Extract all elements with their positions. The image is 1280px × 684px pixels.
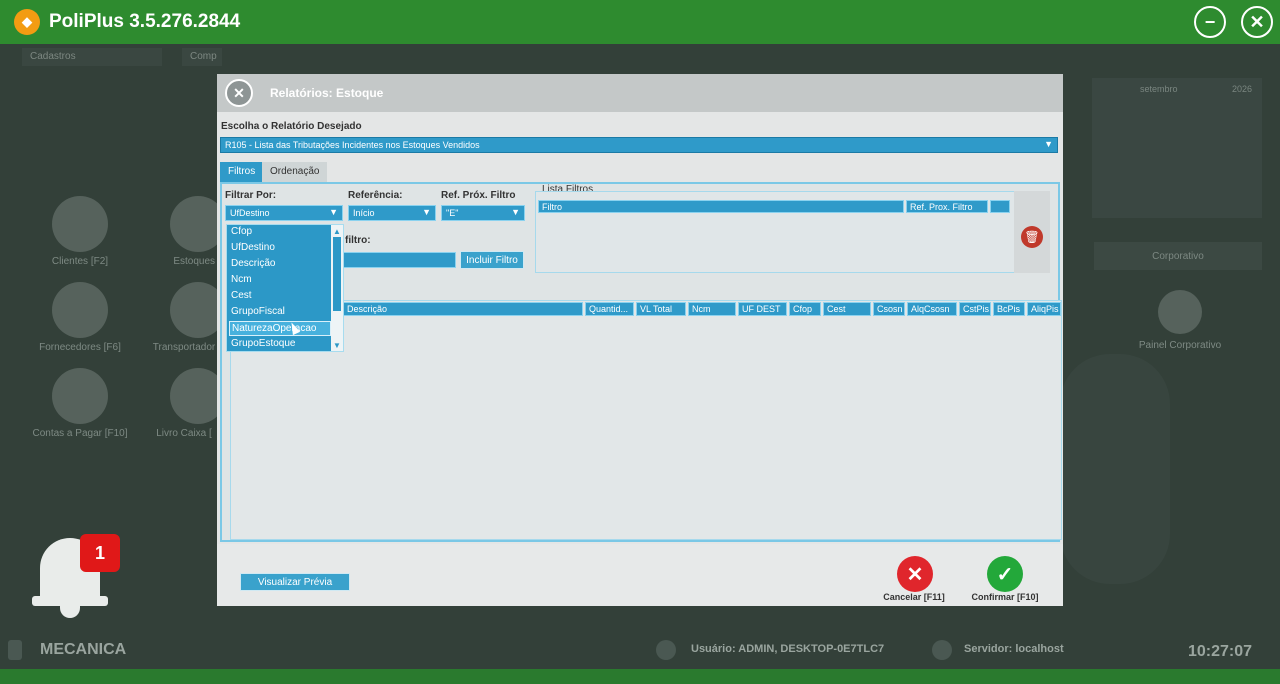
- corporate-box[interactable]: Corporativo: [1094, 242, 1262, 270]
- filter-list-header-extra[interactable]: [990, 200, 1010, 213]
- cancel-icon[interactable]: ✕: [897, 556, 933, 592]
- corporate-panel-icon[interactable]: [1158, 290, 1202, 334]
- chevron-down-icon: ▼: [329, 207, 338, 217]
- company-name: MECANICA: [40, 641, 127, 658]
- calendar-year: 2026: [1232, 84, 1253, 94]
- filter-by-dropdown[interactable]: Cfop UfDestino Descrição Ncm Cest GrupoF…: [226, 224, 344, 352]
- grid-header[interactable]: Cfop: [789, 302, 821, 316]
- confirm-label[interactable]: Confirmar [F10]: [960, 592, 1050, 602]
- scroll-up-icon[interactable]: ▲: [331, 225, 343, 237]
- grid-header[interactable]: UF DEST: [738, 302, 787, 316]
- filter-value-label: filtro:: [345, 235, 371, 246]
- app-title: PoliPlus 3.5.276.2844: [49, 11, 241, 32]
- user-icon: [656, 640, 676, 660]
- grid-header[interactable]: Cest: [823, 302, 871, 316]
- dropdown-option[interactable]: Ncm: [229, 273, 331, 288]
- dialog-close-button[interactable]: ✕: [225, 79, 253, 107]
- bottom-strip: [0, 669, 1280, 684]
- suppliers-icon[interactable]: [52, 282, 108, 338]
- corporate-panel-label: Painel Corporativo: [1138, 340, 1222, 351]
- include-filter-button[interactable]: Incluir Filtro: [460, 251, 524, 269]
- cancel-label[interactable]: Cancelar [F11]: [869, 592, 959, 602]
- title-bar: ◆ PoliPlus 3.5.276.2844 − ✕: [0, 0, 1280, 44]
- chevron-down-icon: ▼: [511, 207, 520, 217]
- reference-select[interactable]: Início ▼: [348, 205, 436, 221]
- bg-tab-comp: Comp: [182, 48, 222, 66]
- dropdown-option[interactable]: GrupoEstoque: [229, 337, 331, 352]
- choose-report-label: Escolha o Relatório Desejado: [221, 121, 362, 132]
- minimize-button[interactable]: −: [1194, 6, 1226, 38]
- mascot-image: [1060, 354, 1170, 584]
- filter-by-select[interactable]: UfDestino ▼: [225, 205, 343, 221]
- server-info: Servidor: localhost: [964, 643, 1064, 655]
- status-bar: MECANICA Usuário: ADMIN, DESKTOP-0E7TLC7…: [0, 632, 1280, 668]
- accounts-payable-label: Contas a Pagar [F10]: [32, 428, 128, 439]
- chevron-down-icon: ▼: [422, 207, 431, 217]
- clients-icon[interactable]: [52, 196, 108, 252]
- grid-header[interactable]: VL Total: [636, 302, 686, 316]
- server-icon: [932, 640, 952, 660]
- filter-by-label: Filtrar Por:: [225, 190, 277, 201]
- filter-list-header-ref[interactable]: Ref. Prox. Filtro: [906, 200, 988, 213]
- dropdown-option[interactable]: Cest: [229, 289, 331, 304]
- dialog-header: ✕ Relatórios: Estoque: [217, 74, 1063, 112]
- report-select-value: R105 - Lista das Tributações Incidentes …: [225, 140, 480, 150]
- dropdown-scrollbar[interactable]: ▲ ▼: [331, 225, 343, 351]
- filter-value-input[interactable]: [342, 252, 456, 268]
- grid-header[interactable]: AliqPis: [1027, 302, 1061, 316]
- grid-header[interactable]: Quantid...: [585, 302, 634, 316]
- dialog-title: Relatórios: Estoque: [270, 86, 384, 100]
- calendar-month: setembro: [1140, 84, 1178, 94]
- dropdown-option[interactable]: GrupoFiscal: [229, 305, 331, 320]
- preview-button[interactable]: Visualizar Prévia: [240, 573, 350, 591]
- grid-header[interactable]: CstPis: [959, 302, 991, 316]
- app-logo-icon: ◆: [14, 9, 40, 35]
- next-filter-value: "E": [446, 208, 459, 218]
- scroll-down-icon[interactable]: ▼: [331, 339, 343, 351]
- close-window-button[interactable]: ✕: [1241, 6, 1273, 38]
- grid-header[interactable]: Csosn: [873, 302, 905, 316]
- dropdown-option-selected[interactable]: NaturezaOperacao: [229, 321, 331, 336]
- results-grid[interactable]: [230, 300, 1062, 540]
- dropdown-option[interactable]: Descrição: [229, 257, 331, 272]
- grid-header[interactable]: Descrição: [343, 302, 583, 316]
- tab-ordenacao[interactable]: Ordenação: [262, 162, 328, 182]
- scroll-thumb[interactable]: [333, 237, 341, 311]
- clock: 10:27:07: [1188, 643, 1253, 660]
- dropdown-option[interactable]: Cfop: [229, 225, 331, 240]
- filter-by-value: UfDestino: [230, 208, 270, 218]
- tab-filtros[interactable]: Filtros: [220, 162, 264, 182]
- dialog-footer: Visualizar Prévia ✕ Cancelar [F11] ✓ Con…: [217, 544, 1063, 606]
- grid-header[interactable]: BcPis: [993, 302, 1025, 316]
- confirm-icon[interactable]: ✓: [987, 556, 1023, 592]
- clients-label: Clientes [F2]: [51, 256, 109, 267]
- user-info: Usuário: ADMIN, DESKTOP-0E7TLC7: [691, 643, 885, 655]
- suppliers-label: Fornecedores [F6]: [39, 342, 121, 353]
- notification-badge: 1: [80, 534, 120, 572]
- reference-label: Referência:: [348, 190, 403, 201]
- next-filter-label: Ref. Próx. Filtro: [441, 190, 516, 201]
- grid-header[interactable]: Ncm: [688, 302, 736, 316]
- dropdown-option[interactable]: UfDestino: [229, 241, 331, 256]
- delete-filter-icon[interactable]: 🗑: [1021, 226, 1043, 248]
- accounts-payable-icon[interactable]: [52, 368, 108, 424]
- filter-list-header-filtro[interactable]: Filtro: [538, 200, 904, 213]
- chevron-down-icon: ▼: [1044, 139, 1053, 149]
- next-filter-select[interactable]: "E" ▼: [441, 205, 525, 221]
- company-icon: [8, 640, 22, 660]
- reference-value: Início: [353, 208, 375, 218]
- grid-header[interactable]: AlqCsosn: [907, 302, 957, 316]
- report-select[interactable]: R105 - Lista das Tributações Incidentes …: [220, 137, 1058, 153]
- bg-tab-cadastros: Cadastros: [22, 48, 162, 66]
- calendar-widget[interactable]: setembro 2026: [1092, 78, 1262, 218]
